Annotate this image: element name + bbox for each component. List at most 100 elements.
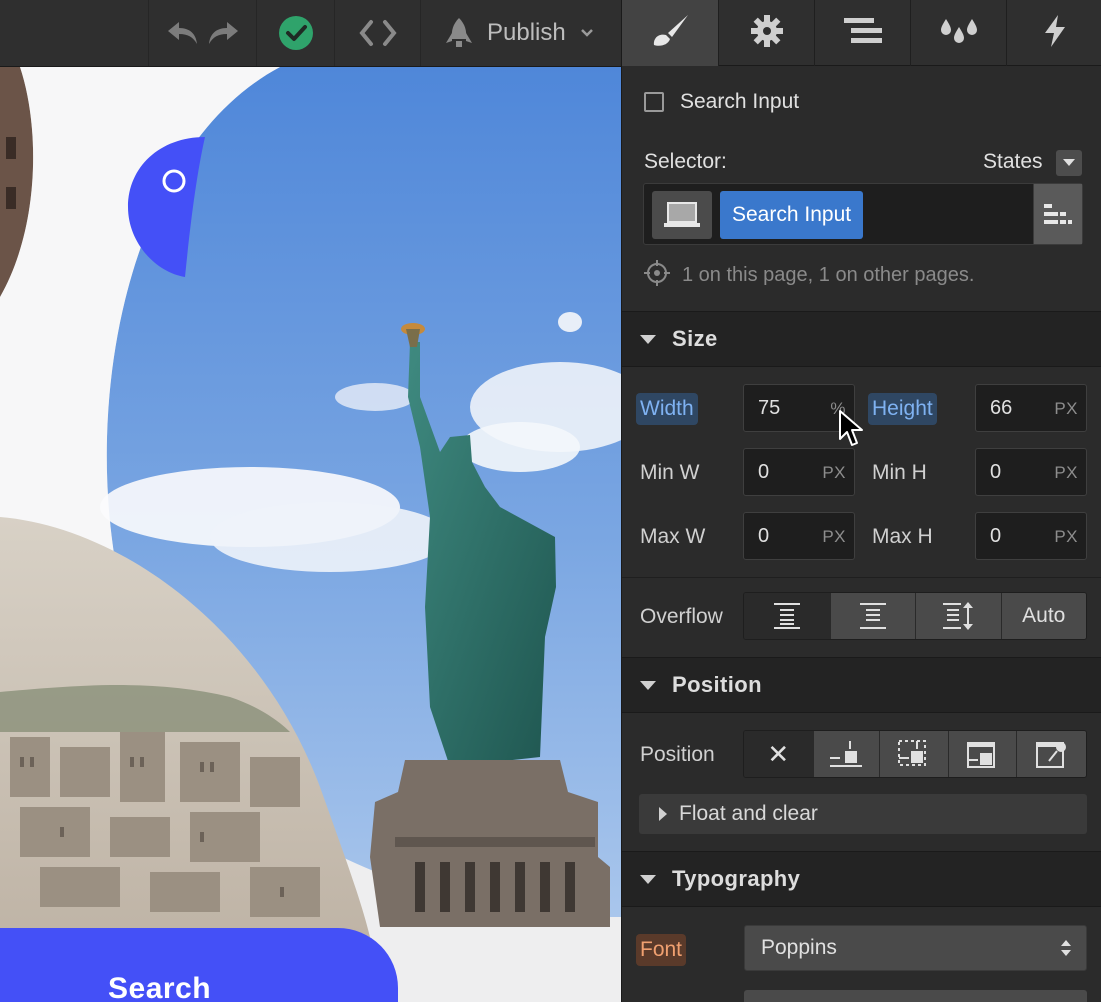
- font-weight-select[interactable]: [744, 990, 1087, 1002]
- overflow-auto-button[interactable]: Auto: [1000, 593, 1086, 639]
- position-absolute-button[interactable]: [879, 731, 948, 777]
- publish-button[interactable]: Publish: [420, 0, 621, 66]
- float-and-clear-toggle[interactable]: Float and clear: [639, 794, 1087, 834]
- usage-text: 1 on this page, 1 on other pages.: [682, 264, 975, 286]
- device-button[interactable]: [652, 191, 712, 239]
- min-width-input[interactable]: 0 PX: [743, 448, 855, 496]
- selector-field[interactable]: Search Input: [643, 183, 1083, 245]
- position-fixed-button[interactable]: [947, 731, 1017, 777]
- max-height-label: Max H: [872, 525, 933, 548]
- check-circle-icon: [278, 15, 314, 51]
- section-position[interactable]: Position: [622, 657, 1101, 713]
- rocket-icon: [445, 17, 473, 49]
- undo-icon[interactable]: [166, 20, 200, 46]
- position-sticky-button[interactable]: [1016, 731, 1086, 777]
- triangle-down-icon: [640, 680, 656, 690]
- element-header: Search Input: [644, 90, 799, 114]
- gear-icon: [750, 14, 784, 53]
- position-relative-icon: [830, 741, 863, 767]
- height-value: 66: [990, 397, 1013, 419]
- max-width-input[interactable]: 0 PX: [743, 512, 855, 560]
- tab-lightning[interactable]: [1006, 0, 1101, 66]
- layers-icon: [843, 17, 883, 50]
- max-height-input[interactable]: 0 PX: [975, 512, 1087, 560]
- position-buttons: ✕: [743, 730, 1087, 778]
- position-static-button[interactable]: ✕: [744, 731, 813, 777]
- position-label: Position: [640, 743, 715, 766]
- section-title: Position: [672, 672, 762, 697]
- overflow-hidden-button[interactable]: [829, 593, 915, 639]
- lightning-icon: [1042, 14, 1068, 53]
- tab-navigator[interactable]: [814, 0, 910, 66]
- selector-chip[interactable]: Search Input: [720, 191, 864, 239]
- font-value: Poppins: [761, 936, 837, 959]
- max-width-value: 0: [758, 525, 770, 547]
- width-value: 75: [758, 397, 781, 419]
- overflow-hidden-icon: [859, 603, 886, 629]
- paintbrush-icon: [650, 13, 690, 54]
- code-icon: [358, 19, 398, 47]
- panel-tabs: [622, 0, 1101, 66]
- tab-style[interactable]: [622, 0, 718, 66]
- width-label[interactable]: Width: [636, 393, 698, 425]
- height-label[interactable]: Height: [868, 393, 937, 425]
- overflow-scroll-icon: [943, 602, 974, 630]
- section-size[interactable]: Size: [622, 311, 1101, 367]
- design-canvas[interactable]: Search: [0, 67, 621, 1002]
- overflow-label: Overflow: [640, 605, 723, 628]
- overflow-visible-icon: [773, 603, 800, 629]
- undo-redo-group: [148, 0, 256, 66]
- max-width-unit[interactable]: PX: [822, 527, 846, 547]
- states-dropdown[interactable]: [1056, 150, 1082, 176]
- font-label[interactable]: Font: [636, 934, 687, 966]
- drops-icon: [939, 16, 979, 51]
- max-width-label: Max W: [640, 525, 706, 548]
- publish-label: Publish: [487, 19, 566, 46]
- list-icon: [1044, 204, 1072, 224]
- section-title: Typography: [672, 866, 801, 891]
- height-input[interactable]: 66 PX: [975, 384, 1087, 432]
- divider: [622, 577, 1101, 578]
- element-checkbox[interactable]: [644, 92, 664, 112]
- mouse-cursor-icon: [838, 409, 864, 454]
- position-fixed-icon: [966, 742, 995, 768]
- laptop-icon: [664, 202, 700, 227]
- min-height-input[interactable]: 0 PX: [975, 448, 1087, 496]
- position-absolute-icon: [898, 740, 926, 766]
- section-typography[interactable]: Typography: [622, 851, 1101, 907]
- caret-down-icon: [1063, 159, 1075, 166]
- usage-info: 1 on this page, 1 on other pages.: [644, 260, 974, 291]
- position-sticky-icon: [1035, 742, 1066, 768]
- float-and-clear-label: Float and clear: [679, 802, 818, 825]
- triangle-down-icon: [640, 334, 656, 344]
- min-height-unit[interactable]: PX: [1054, 463, 1078, 483]
- height-unit[interactable]: PX: [1054, 399, 1078, 419]
- code-button[interactable]: [334, 0, 420, 66]
- tab-interactions[interactable]: [910, 0, 1006, 66]
- save-status[interactable]: [256, 0, 334, 66]
- tab-settings[interactable]: [718, 0, 814, 66]
- font-select[interactable]: Poppins: [744, 925, 1087, 971]
- max-height-value: 0: [990, 525, 1002, 547]
- triangle-right-icon: [659, 807, 667, 821]
- overflow-buttons: Auto: [743, 592, 1087, 640]
- target-icon: [644, 260, 670, 291]
- selector-menu-button[interactable]: [1033, 184, 1082, 244]
- min-width-value: 0: [758, 461, 770, 483]
- selector-label: Selector:: [644, 150, 727, 173]
- min-width-unit[interactable]: PX: [822, 463, 846, 483]
- min-height-label: Min H: [872, 461, 927, 484]
- position-relative-button[interactable]: [812, 731, 880, 777]
- chevron-down-icon: [580, 28, 594, 38]
- element-name: Search Input: [680, 90, 800, 113]
- min-width-label: Min W: [640, 461, 700, 484]
- section-title: Size: [672, 326, 718, 351]
- redo-icon[interactable]: [206, 20, 240, 46]
- style-panel: Search Input Selector: States Search Inp…: [621, 0, 1101, 1002]
- max-height-unit[interactable]: PX: [1054, 527, 1078, 547]
- select-arrows-icon: [1060, 938, 1072, 964]
- top-toolbar: Publish: [0, 0, 621, 67]
- overflow-visible-button[interactable]: [744, 593, 830, 639]
- states-label: States: [983, 150, 1043, 173]
- overflow-scroll-button[interactable]: [915, 593, 1001, 639]
